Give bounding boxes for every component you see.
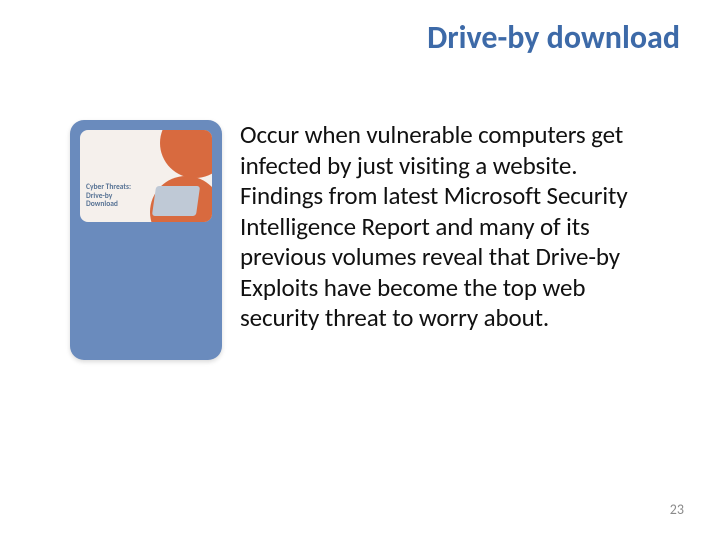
slide-title: Drive-by download — [0, 18, 680, 57]
illustration-caption: Cyber Threats: Drive-by Download — [86, 184, 131, 210]
body-paragraph: Occur when vulnerable computers get infe… — [240, 120, 660, 334]
content-row: Cyber Threats: Drive-by Download Occur w… — [70, 120, 660, 360]
decor-circle-icon — [160, 130, 212, 178]
laptop-icon — [152, 186, 200, 216]
illustration-panel: Cyber Threats: Drive-by Download — [70, 120, 222, 360]
illustration-inset: Cyber Threats: Drive-by Download — [80, 130, 212, 222]
caption-line: Download — [86, 201, 131, 210]
page-number: 23 — [670, 501, 684, 518]
